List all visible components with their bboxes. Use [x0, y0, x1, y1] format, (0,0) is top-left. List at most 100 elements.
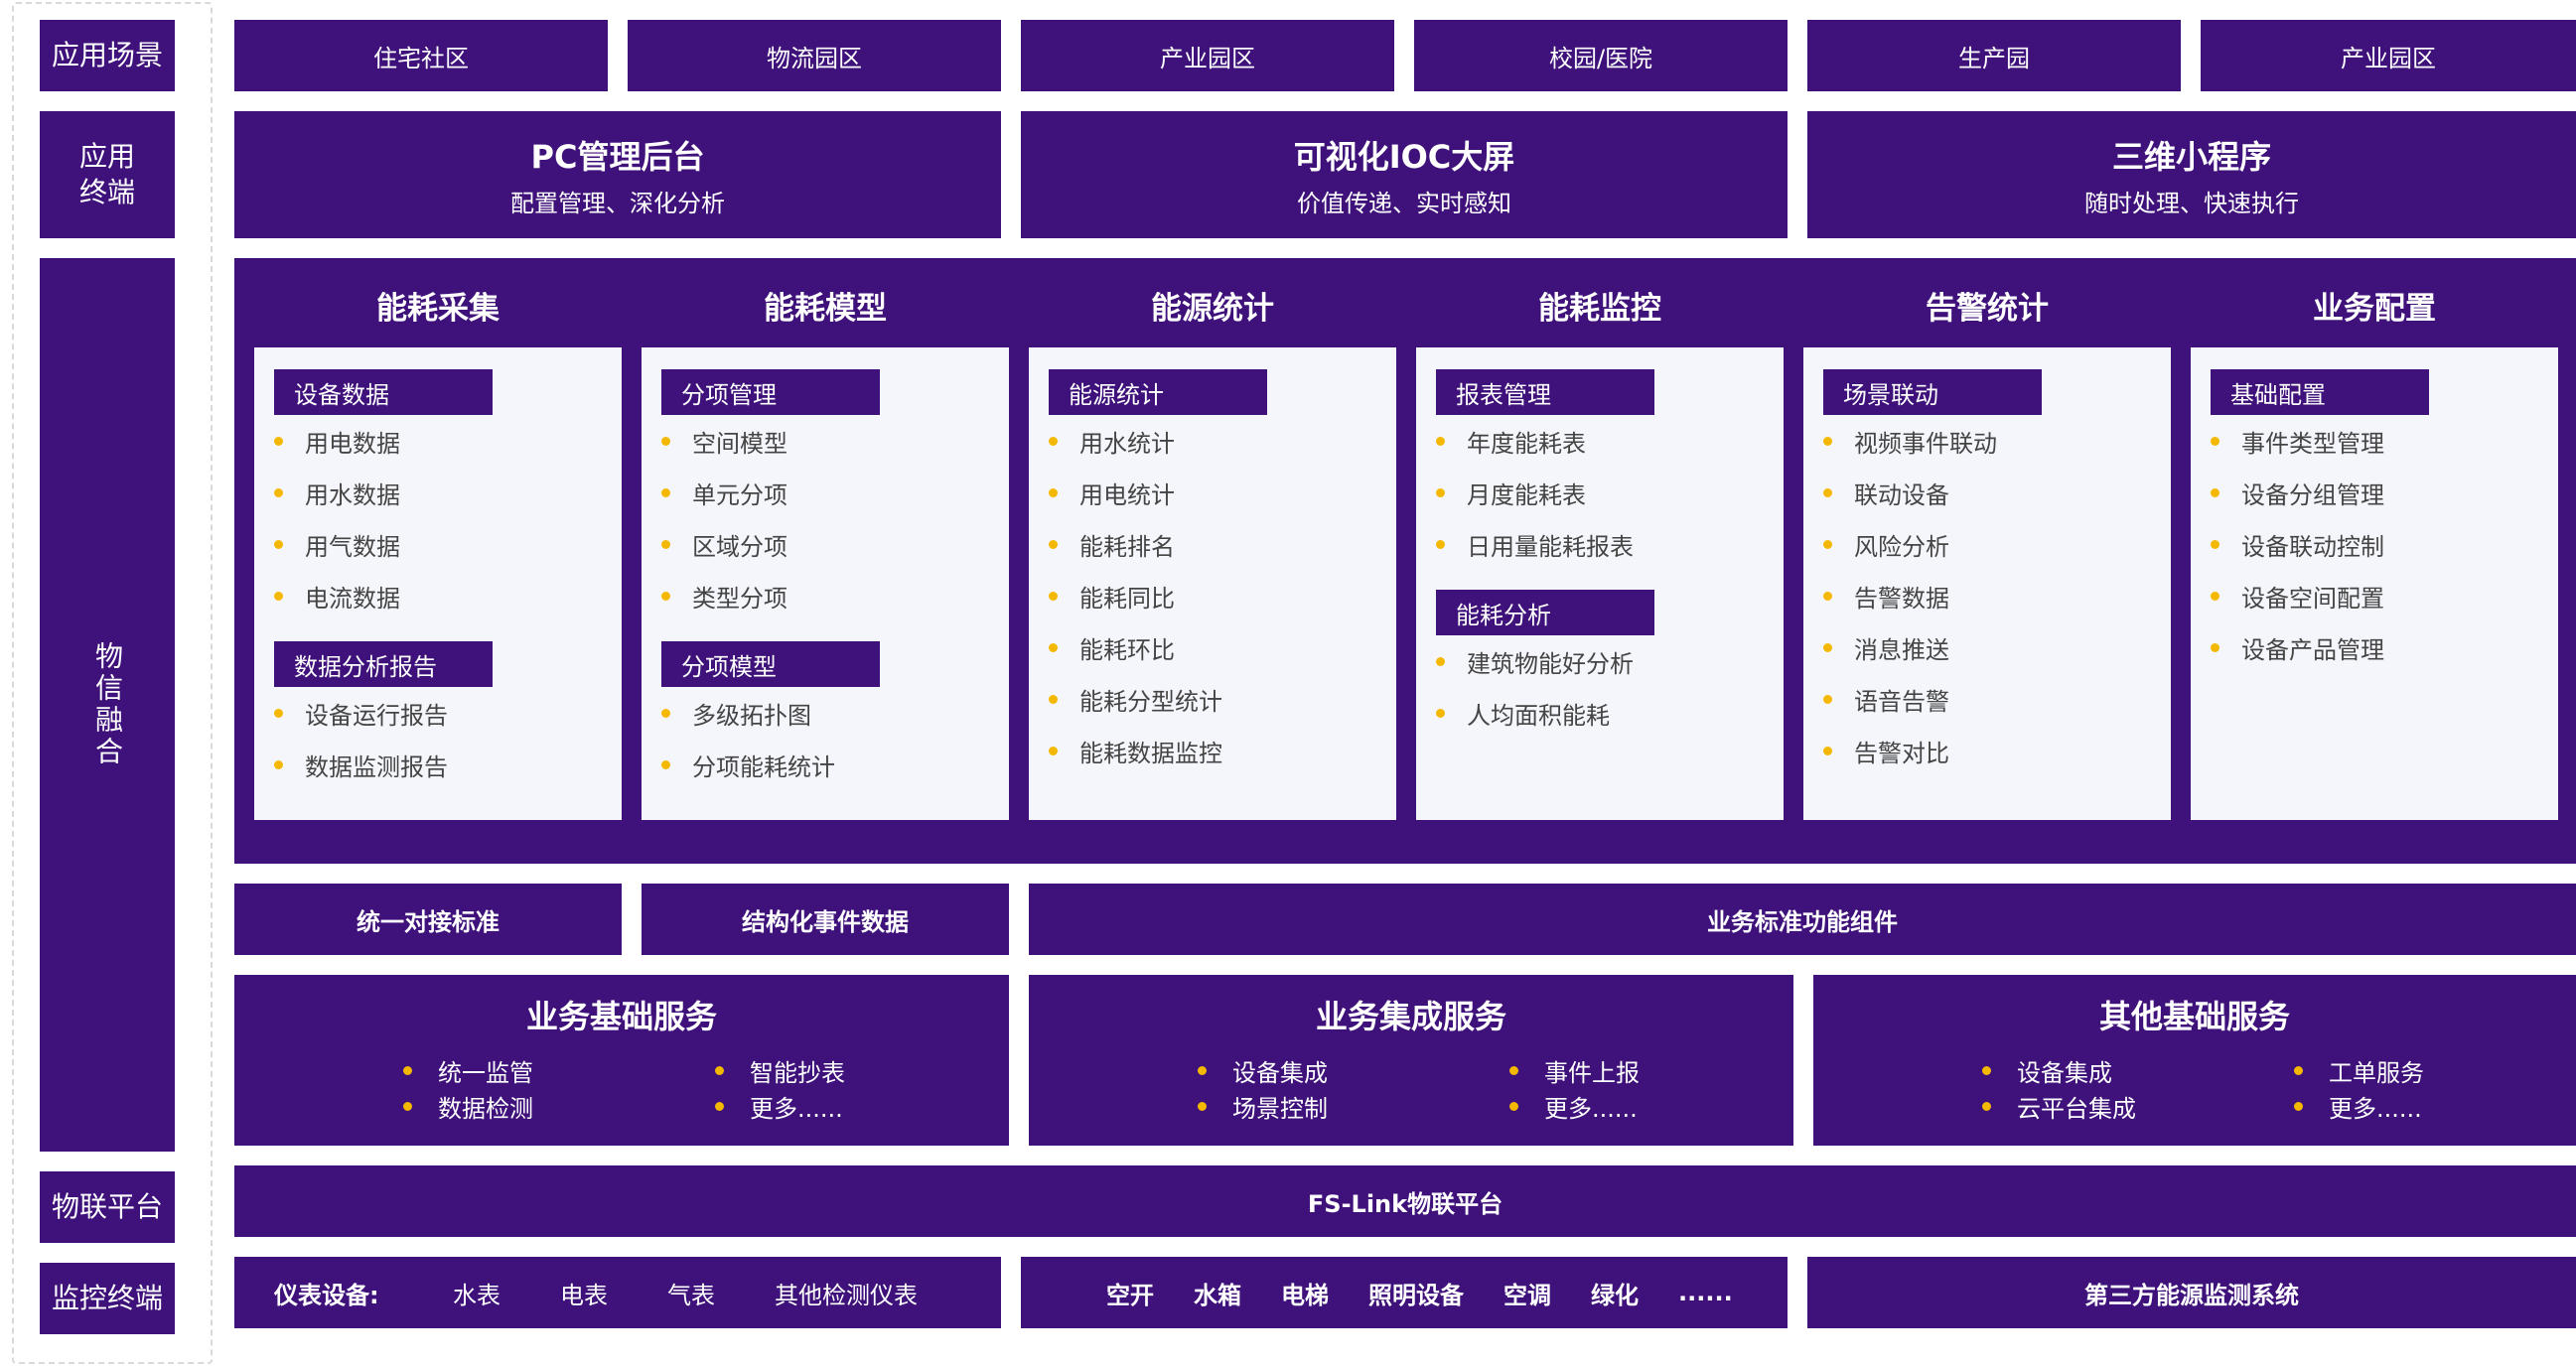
bullet-icon: [1823, 694, 1832, 704]
bullet-icon: [274, 436, 283, 446]
bullet-icon: [2294, 1065, 2303, 1075]
service-box: 业务集成服务 设备集成 事件上报 场景控制 更多......: [1029, 975, 1793, 1146]
bullet-icon: [1049, 642, 1058, 652]
meter-item: 水表: [453, 1281, 501, 1309]
standard-box: 统一对接标准: [234, 884, 622, 955]
standard-box: 业务标准功能组件: [1029, 884, 2576, 955]
service-item-text: 更多......: [750, 1094, 843, 1123]
module-card: 分项管理 空间模型 单元分项 区域分项 类型分项 分项模型 多级拓扑图 分项能耗统计: [642, 347, 1009, 820]
service-item: 更多......: [2294, 1090, 2422, 1123]
list-item: 数据监测报告: [274, 749, 448, 781]
terminal-box: 三维小程序 随时处理、快速执行: [1807, 111, 2576, 238]
list-item: 事件类型管理: [2211, 425, 2384, 458]
device-item: 空开: [1106, 1281, 1154, 1309]
bullet-icon: [1982, 1065, 1991, 1075]
group-label: 分项管理: [661, 369, 880, 415]
bullet-icon: [2294, 1101, 2303, 1111]
service-item-text: 数据检测: [438, 1094, 533, 1123]
module-card: 能源统计 用水统计 用电统计 能耗排名 能耗同比 能耗环比 能耗分型统计 能耗数据监控: [1029, 347, 1396, 820]
iot-platform-label: 物联平台: [40, 1171, 175, 1243]
bullet-icon: [1198, 1101, 1207, 1111]
terminal-title: 三维小程序: [2111, 137, 2271, 176]
list-item: 能耗同比: [1049, 580, 1175, 613]
group-label: 设备数据: [274, 369, 493, 415]
list-item-text: 电流数据: [305, 584, 400, 613]
service-item: 设备集成: [1982, 1054, 2112, 1087]
list-item-text: 告警对比: [1854, 739, 1949, 767]
bullet-icon: [274, 708, 283, 718]
bullet-icon: [1049, 487, 1058, 497]
list-item-text: 视频事件联动: [1854, 429, 1997, 458]
service-item: 事件上报: [1509, 1054, 1640, 1087]
list-item-text: 数据监测报告: [305, 752, 448, 781]
group-label: 分项模型: [661, 641, 880, 687]
list-item-text: 风险分析: [1854, 532, 1949, 561]
service-item: 设备集成: [1198, 1054, 1328, 1087]
service-box: 其他基础服务 设备集成 工单服务 云平台集成 更多......: [1813, 975, 2576, 1146]
list-item: 能耗分型统计: [1049, 683, 1222, 716]
service-item-text: 更多......: [2329, 1094, 2422, 1123]
bullet-icon: [1436, 539, 1445, 549]
list-item: 用水数据: [274, 477, 400, 509]
module-title: 能源统计: [1151, 290, 1274, 327]
list-item: 风险分析: [1823, 528, 1949, 561]
scenario-box: 生产园: [1807, 20, 2181, 91]
meter-item: 气表: [667, 1281, 715, 1309]
service-item-text: 统一监管: [438, 1058, 533, 1087]
scenario-box: 校园/医院: [1414, 20, 1788, 91]
list-item-text: 能耗分型统计: [1079, 687, 1222, 716]
standard-box: 结构化事件数据: [642, 884, 1009, 955]
service-title: 业务基础服务: [525, 998, 717, 1035]
bullet-icon: [1049, 591, 1058, 601]
bullet-icon: [661, 759, 670, 769]
bullet-icon: [715, 1101, 724, 1111]
list-item-text: 单元分项: [692, 480, 787, 509]
group-label: 报表管理: [1436, 369, 1654, 415]
list-item-text: 用电数据: [305, 429, 400, 458]
list-item-text: 用水数据: [305, 480, 400, 509]
list-item-text: 事件类型管理: [2241, 429, 2384, 458]
service-box: 业务基础服务统一监管 智能抄表数据检测 更多......: [234, 975, 1009, 1146]
list-item: 语音告警: [1823, 683, 1949, 716]
iot-platform-bar: FS-Link物联平台: [234, 1165, 2576, 1237]
meter-item: 其他检测仪表: [775, 1281, 918, 1309]
list-item: 用气数据: [274, 528, 400, 561]
list-item-text: 分项能耗统计: [692, 752, 835, 781]
service-item-text: 智能抄表: [750, 1058, 845, 1087]
list-item-text: 设备联动控制: [2241, 532, 2384, 561]
bullet-icon: [2211, 539, 2219, 549]
bullet-icon: [661, 708, 670, 718]
list-item: 设备分组管理: [2211, 477, 2384, 509]
list-item: 分项能耗统计: [661, 749, 835, 781]
terminal-title: 可视化IOC大屏: [1293, 137, 1515, 176]
list-item: 设备联动控制: [2211, 528, 2384, 561]
fusion-label-text: 物信融合: [91, 641, 124, 768]
terminals-label: 应用 终端: [40, 111, 175, 238]
service-item-text: 更多......: [1544, 1094, 1638, 1123]
list-item-text: 月度能耗表: [1467, 480, 1586, 509]
bullet-icon: [1198, 1065, 1207, 1075]
bullet-icon: [403, 1065, 412, 1075]
third-party-box: 第三方能源监测系统: [1807, 1257, 2576, 1328]
service-item: 工单服务: [2294, 1054, 2424, 1087]
service-item: 智能抄表: [715, 1054, 845, 1087]
list-item: 用水统计: [1049, 425, 1175, 458]
service-item: 数据检测: [403, 1090, 533, 1123]
list-item: 人均面积能耗: [1436, 697, 1610, 730]
group-label: 基础配置: [2211, 369, 2429, 415]
service-item-text: 场景控制: [1232, 1094, 1328, 1123]
group-label: 能源统计: [1049, 369, 1267, 415]
list-item: 建筑物能好分析: [1436, 645, 1634, 678]
module-title: 告警统计: [1926, 290, 2049, 327]
list-item: 能耗排名: [1049, 528, 1175, 561]
device-item: 水箱: [1194, 1281, 1241, 1309]
module-card: 报表管理 年度能耗表 月度能耗表 日用量能耗报表 能耗分析 建筑物能好分析 人均面积能耗: [1416, 347, 1784, 820]
list-item: 类型分项: [661, 580, 787, 613]
list-item-text: 设备分组管理: [2241, 480, 2384, 509]
list-item-text: 设备空间配置: [2241, 584, 2384, 613]
bullet-icon: [1436, 708, 1445, 718]
device-item: 绿化: [1591, 1281, 1639, 1309]
list-item: 年度能耗表: [1436, 425, 1586, 458]
list-item-text: 用水统计: [1079, 429, 1175, 458]
bullet-icon: [1509, 1101, 1518, 1111]
